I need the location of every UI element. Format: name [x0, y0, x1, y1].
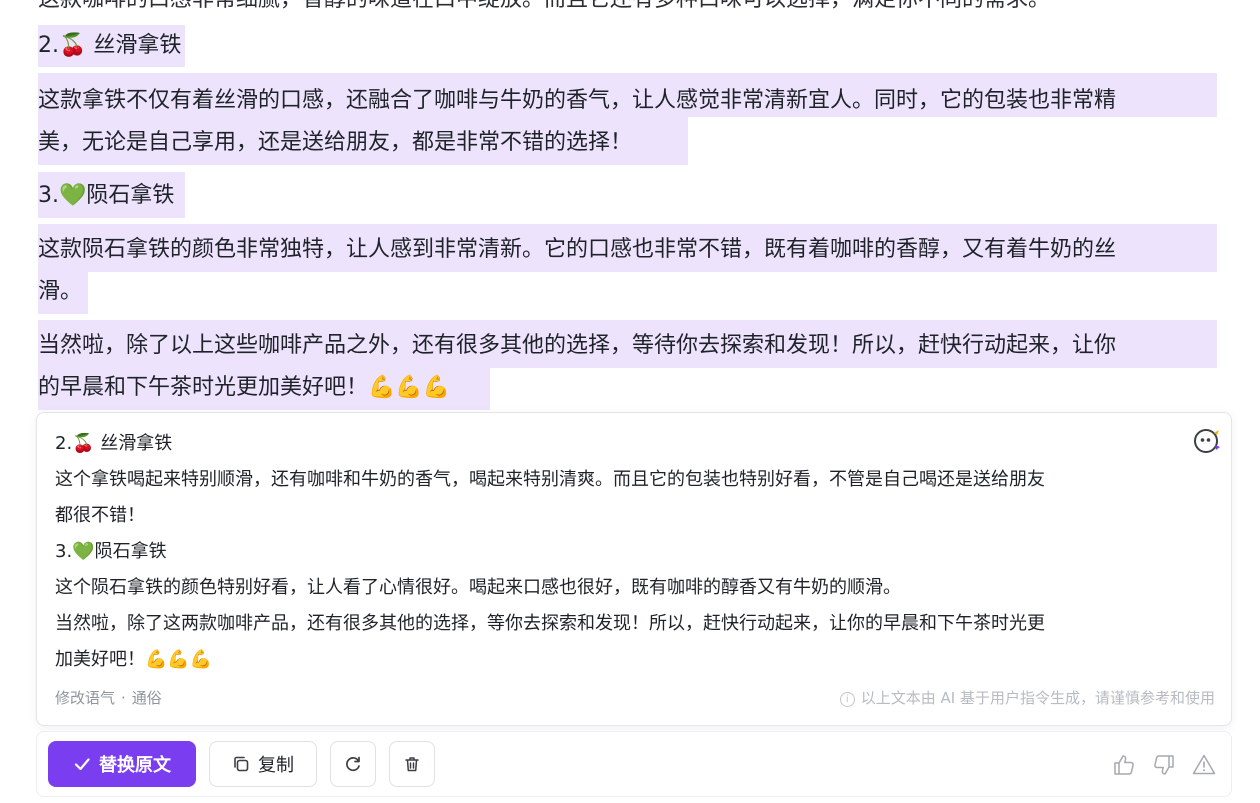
rewrite-mode-label: 修改语气: [55, 689, 116, 707]
info-icon: i: [839, 692, 855, 707]
doc-closing-line2: 的早晨和下午茶时光更加美好吧！💪💪💪: [38, 375, 451, 400]
rewrite-mode-separator: ·: [121, 689, 126, 707]
action-toolbar: 替换原文 复制: [36, 731, 1232, 797]
delete-button[interactable]: [389, 741, 435, 787]
doc-item3-body-line2: 滑。: [38, 279, 83, 304]
suggestion-item2-body-line2: 都很不错！: [55, 505, 145, 526]
doc-item3-title: 3.💚陨石拿铁: [38, 183, 175, 208]
ai-assistant-icon[interactable]: [1193, 427, 1221, 455]
thumbs-down-icon[interactable]: [1151, 752, 1177, 778]
rewrite-mode: 修改语气 · 通俗: [55, 687, 162, 708]
ai-disclaimer-text: 以上文本由 AI 基于用户指令生成，请谨慎参考和使用: [860, 689, 1215, 707]
copy-button[interactable]: 复制: [209, 741, 317, 787]
copy-icon: [232, 755, 250, 773]
doc-item2-body-line2: 美，无论是自己享用，还是送给朋友，都是非常不错的选择！: [38, 130, 633, 155]
suggestion-item3-title: 3.💚陨石拿铁: [55, 541, 167, 562]
ai-suggestion-panel: 2.🍒 丝滑拿铁 这个拿铁喝起来特别顺滑，还有咖啡和牛奶的香气，喝起来特别清爽。…: [36, 412, 1232, 726]
page: 这款咖啡的口感非常细腻，香醇的味道在口中绽放。而且它还有多种口味可以选择，满足你…: [0, 0, 1260, 803]
suggestion-item2-title: 2.🍒 丝滑拿铁: [55, 433, 173, 454]
doc-item2-body-line1: 这款拿铁不仅有着丝滑的口感，还融合了咖啡与牛奶的香气，让人感觉非常清新宜人。同时…: [38, 88, 1117, 113]
refresh-icon: [343, 754, 363, 774]
warning-icon[interactable]: [1191, 752, 1217, 778]
doc-item2-title: 2.🍒 丝滑拿铁: [38, 33, 182, 58]
trash-icon: [403, 755, 421, 773]
suggestion-closing-line1: 当然啦，除了这两款咖啡产品，还有很多其他的选择，等你去探索和发现！所以，赶快行动…: [55, 613, 1045, 634]
suggestion-item3-body: 这个陨石拿铁的颜色特别好看，让人看了心情很好。喝起来口感也很好，既有咖啡的醇香又…: [55, 577, 901, 598]
rewrite-mode-value: 通俗: [131, 689, 162, 707]
regenerate-button[interactable]: [330, 741, 376, 787]
doc-item3-body-line1: 这款陨石拿铁的颜色非常独特，让人感到非常清新。它的口感也非常不错，既有着咖啡的香…: [38, 237, 1117, 262]
doc-line-previous: 这款咖啡的口感非常细腻，香醇的味道在口中绽放。而且它还有多种口味可以选择，满足你…: [38, 0, 1050, 13]
thumbs-up-icon[interactable]: [1111, 752, 1137, 778]
replace-original-button[interactable]: 替换原文: [48, 741, 196, 787]
suggestion-item2-body-line1: 这个拿铁喝起来特别顺滑，还有咖啡和牛奶的香气，喝起来特别清爽。而且它的包装也特别…: [55, 469, 1045, 490]
check-icon: [73, 755, 91, 773]
ai-disclaimer: i 以上文本由 AI 基于用户指令生成，请谨慎参考和使用: [839, 687, 1215, 708]
copy-label: 复制: [258, 755, 294, 776]
doc-closing-line1: 当然啦，除了以上这些咖啡产品之外，还有很多其他的选择，等待你去探索和发现！所以，…: [38, 333, 1117, 358]
suggestion-closing-line2: 加美好吧！💪💪💪: [55, 649, 213, 670]
replace-original-label: 替换原文: [99, 755, 171, 776]
